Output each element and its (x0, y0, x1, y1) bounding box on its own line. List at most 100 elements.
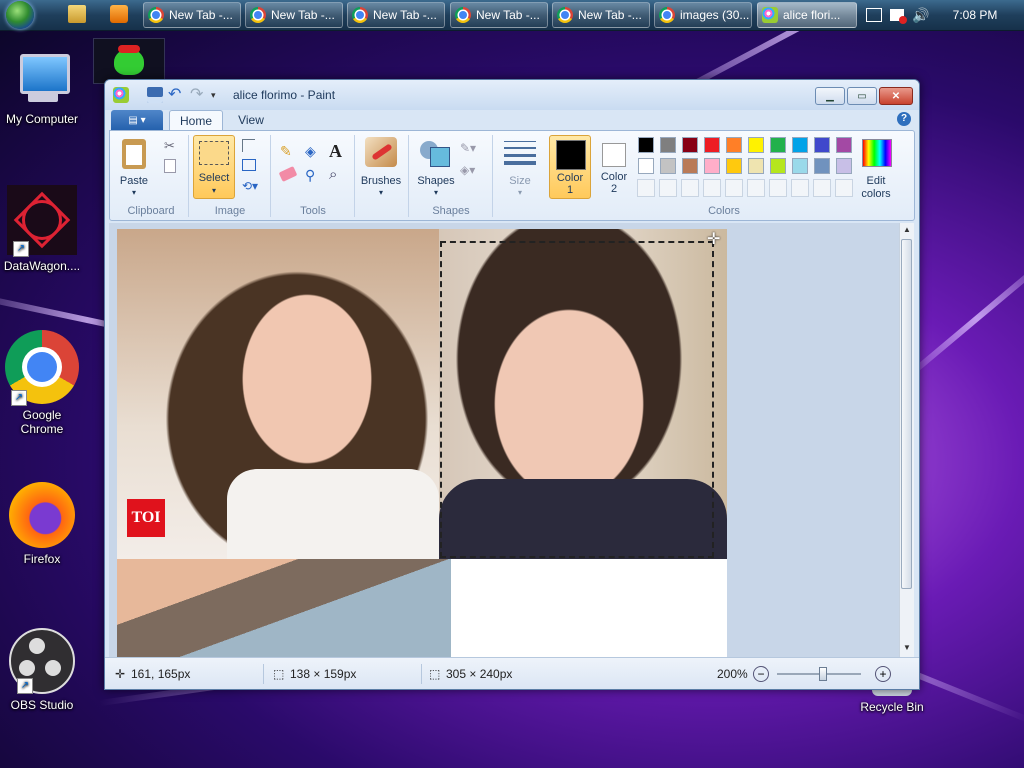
fill-shape-icon[interactable]: ◈▾ (460, 163, 475, 177)
desktop-icon-google-chrome[interactable]: ↗ Google Chrome (0, 330, 84, 436)
tab-home[interactable]: Home (169, 110, 223, 131)
paint-menu-button[interactable]: ▤ ▾ (111, 110, 163, 130)
crop-icon[interactable] (242, 139, 255, 152)
select-button[interactable]: Select ▾ (193, 135, 235, 199)
zoom-out-button[interactable]: − (753, 666, 769, 682)
color2-button[interactable]: Color 2 (594, 135, 636, 199)
brushes-dropdown-icon[interactable]: ▾ (356, 186, 406, 199)
quick-access-dropdown-icon[interactable]: ▾ (211, 87, 227, 103)
paint-app-icon[interactable] (113, 87, 129, 103)
taskbar-tab-2[interactable]: New Tab -... (245, 2, 343, 28)
palette-color-swatch[interactable] (792, 137, 808, 153)
custom-color-slot[interactable] (791, 179, 809, 197)
taskbar-tab-label: alice flori... (783, 8, 841, 22)
desktop-icon-datawagon[interactable]: ↗ DataWagon.... (0, 185, 84, 273)
palette-color-swatch[interactable] (660, 158, 676, 174)
custom-color-slot[interactable] (769, 179, 787, 197)
custom-color-slot[interactable] (703, 179, 721, 197)
zoom-slider[interactable] (777, 667, 861, 681)
custom-color-slot[interactable] (659, 179, 677, 197)
palette-color-swatch[interactable] (814, 158, 830, 174)
clipboard-group-label: Clipboard (127, 205, 175, 217)
palette-color-swatch[interactable] (682, 137, 698, 153)
palette-color-swatch[interactable] (770, 137, 786, 153)
palette-color-swatch[interactable] (660, 137, 676, 153)
color1-button[interactable]: Color 1 (549, 135, 591, 199)
close-button[interactable]: ✕ (879, 87, 913, 105)
taskbar-tab-4[interactable]: New Tab -... (450, 2, 548, 28)
scroll-up-icon[interactable]: ▲ (903, 225, 911, 234)
maximize-button[interactable]: ▭ (847, 87, 877, 105)
copy-icon[interactable] (164, 159, 176, 173)
edit-colors-icon (862, 139, 892, 167)
palette-color-swatch[interactable] (836, 158, 852, 174)
outline-icon[interactable]: ✎▾ (460, 141, 476, 155)
taskbar-tab-5[interactable]: New Tab -... (552, 2, 650, 28)
magnifier-icon[interactable]: ⌕ (329, 166, 345, 183)
action-center-icon[interactable] (866, 8, 882, 22)
network-error-icon[interactable] (890, 9, 907, 24)
palette-color-swatch[interactable] (748, 137, 764, 153)
desktop-icon-recycle-bin[interactable]: Recycle Bin (850, 686, 934, 714)
custom-color-slot[interactable] (637, 179, 655, 197)
palette-color-swatch[interactable] (770, 158, 786, 174)
palette-color-swatch[interactable] (682, 158, 698, 174)
scroll-thumb[interactable] (901, 239, 912, 589)
palette-color-swatch[interactable] (726, 137, 742, 153)
resize-icon[interactable] (242, 159, 256, 171)
redo-icon[interactable]: ↷ (190, 87, 206, 103)
paste-dropdown-icon[interactable]: ▾ (116, 186, 152, 199)
palette-color-swatch[interactable] (792, 158, 808, 174)
clock[interactable]: 7:08 PM (940, 0, 1010, 30)
canvas[interactable]: TOI ✛ (117, 229, 727, 657)
text-icon[interactable]: A (329, 141, 345, 161)
undo-icon[interactable]: ↶ (168, 87, 184, 103)
vertical-scrollbar[interactable]: ▲ ▼ (899, 223, 914, 657)
tab-view[interactable]: View (227, 110, 275, 131)
media-player-pin-icon[interactable] (110, 5, 128, 23)
shapes-dropdown-icon[interactable]: ▾ (410, 186, 462, 199)
custom-color-slot[interactable] (747, 179, 765, 197)
palette-color-swatch[interactable] (638, 137, 654, 153)
size-dropdown-icon[interactable]: ▾ (498, 186, 542, 199)
palette-color-swatch[interactable] (726, 158, 742, 174)
start-button[interactable] (6, 1, 34, 29)
taskbar-tab-6[interactable]: images (30... (654, 2, 752, 28)
palette-color-swatch[interactable] (704, 158, 720, 174)
custom-color-slot[interactable] (835, 179, 853, 197)
cut-icon[interactable]: ✂ (164, 139, 178, 153)
help-icon[interactable]: ? (897, 112, 911, 126)
custom-color-slot[interactable] (725, 179, 743, 197)
edit-colors-button[interactable]: Edit (852, 175, 900, 188)
eraser-icon[interactable] (278, 166, 298, 182)
save-icon[interactable] (147, 87, 163, 103)
zoom-in-button[interactable]: + (875, 666, 891, 682)
palette-color-swatch[interactable] (748, 158, 764, 174)
taskbar-tab-3[interactable]: New Tab -... (347, 2, 445, 28)
palette-color-swatch[interactable] (704, 137, 720, 153)
frog-app-icon[interactable] (93, 38, 165, 84)
volume-icon[interactable]: 🔊 (912, 7, 929, 24)
palette-color-swatch[interactable] (836, 137, 852, 153)
fill-icon[interactable]: ◈ (305, 143, 321, 159)
explorer-pin-icon[interactable] (68, 5, 86, 23)
minimize-button[interactable]: ▁ (815, 87, 845, 105)
custom-color-slot[interactable] (681, 179, 699, 197)
image-group-label: Image (214, 205, 246, 217)
taskbar-tab-1[interactable]: New Tab -... (143, 2, 241, 28)
scroll-down-icon[interactable]: ▼ (903, 643, 911, 652)
taskbar-tab-paint[interactable]: alice flori... (757, 2, 857, 28)
zoom-slider-thumb[interactable] (819, 667, 827, 681)
palette-color-swatch[interactable] (638, 158, 654, 174)
desktop-icon-firefox[interactable]: Firefox (0, 482, 84, 566)
desktop-icon-obs-studio[interactable]: ↗ OBS Studio (0, 628, 84, 712)
taskbar-tab-label: New Tab -... (373, 8, 437, 22)
cursor-position: 161, 165px (131, 667, 191, 681)
rotate-icon[interactable]: ⟲▾ (242, 179, 258, 193)
pencil-icon[interactable]: ✎ (280, 143, 296, 159)
custom-color-slot[interactable] (813, 179, 831, 197)
palette-color-swatch[interactable] (814, 137, 830, 153)
desktop-icon-my-computer[interactable]: My Computer (0, 52, 84, 126)
selection-rectangle[interactable] (440, 241, 714, 558)
color-picker-icon[interactable]: ⚲ (305, 167, 321, 183)
